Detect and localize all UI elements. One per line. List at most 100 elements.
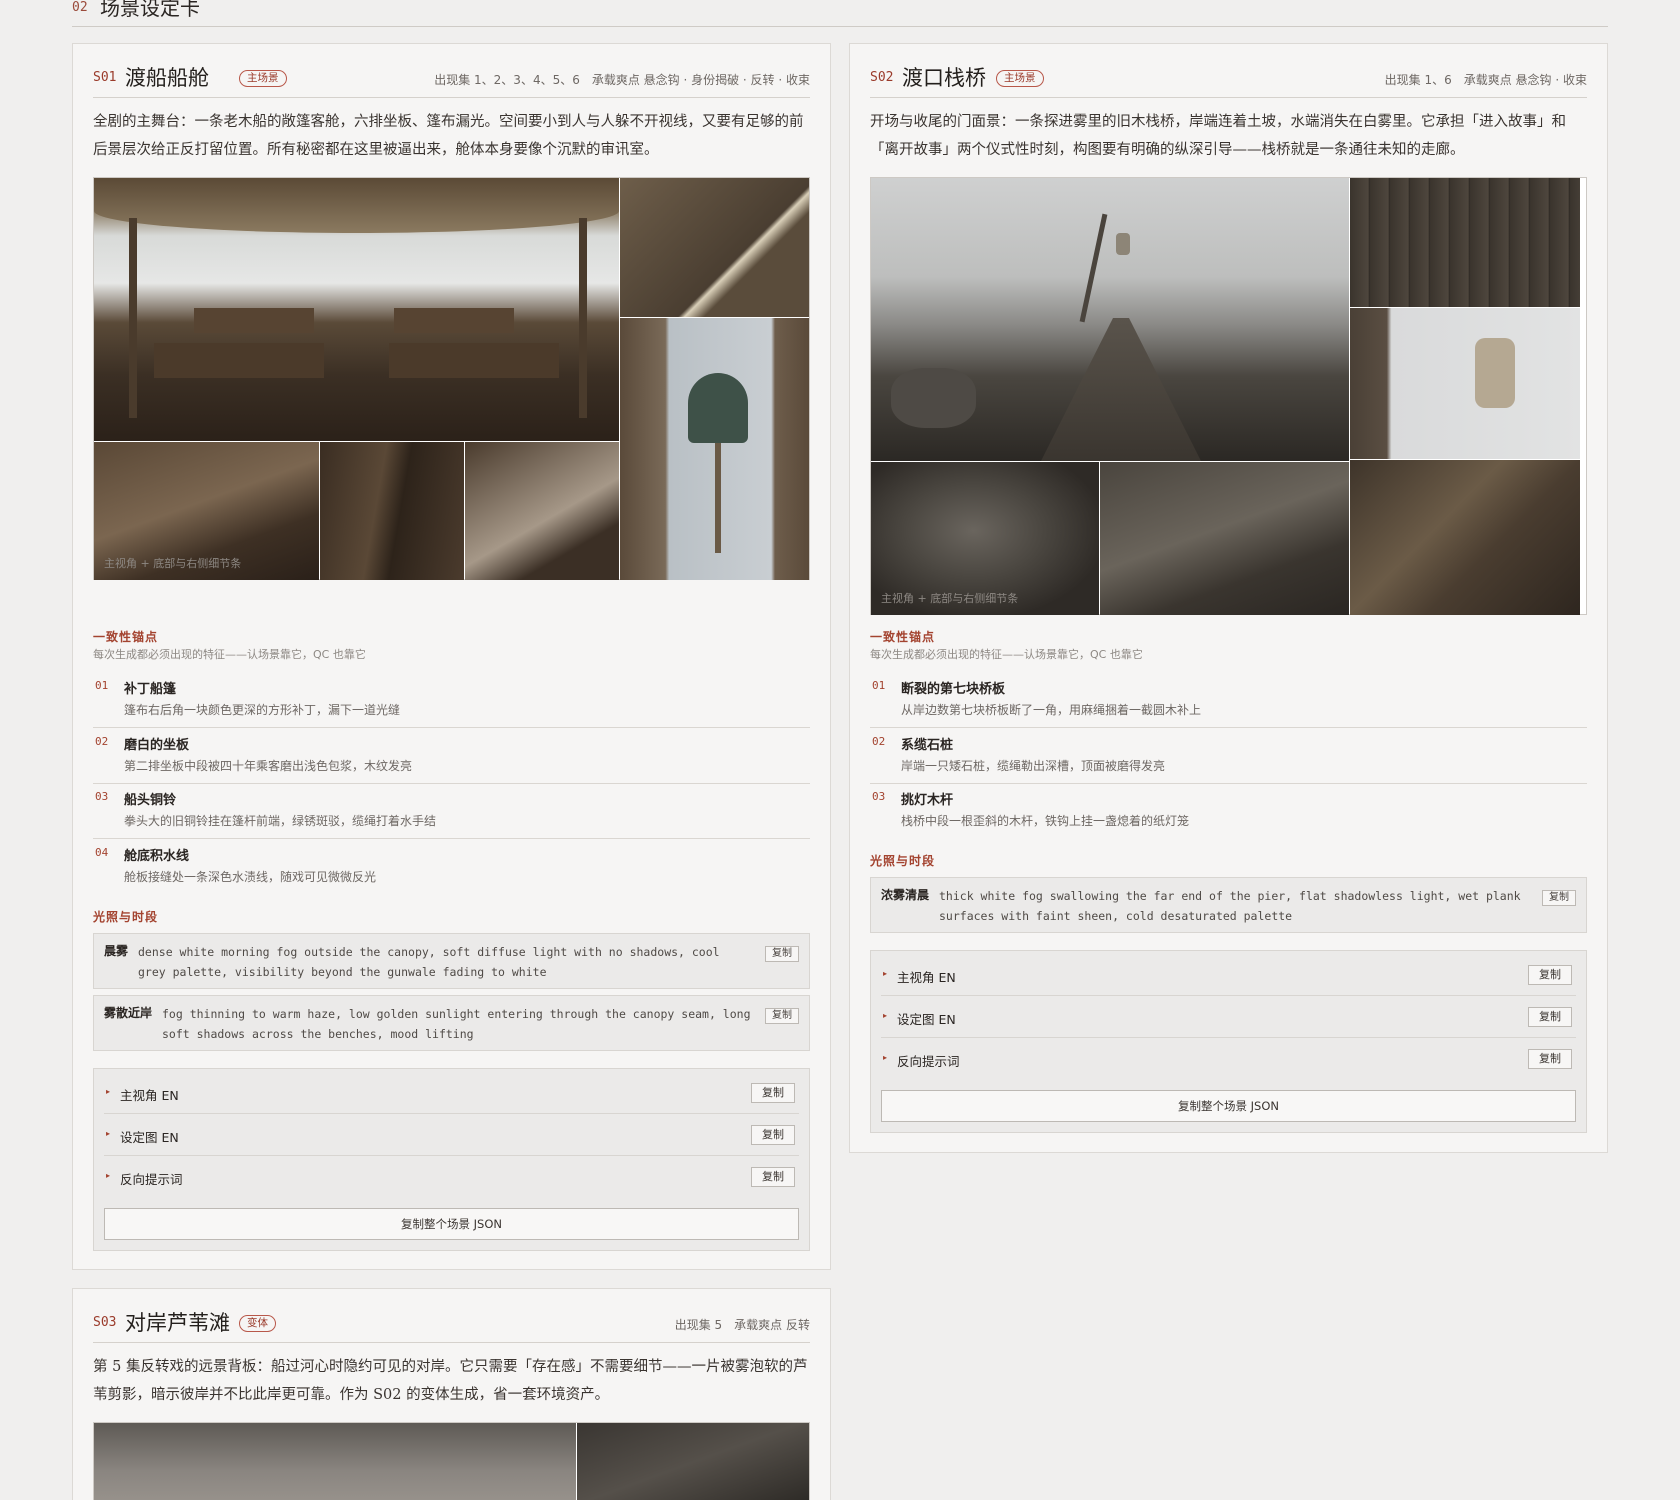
- lighting-section-title: 光照与时段: [93, 910, 159, 924]
- copy-prompt-button[interactable]: 复制: [751, 1167, 795, 1187]
- prompt-label: 主视角 EN: [120, 1088, 179, 1103]
- anchor-item: 04 舱底积水线 舱板接缝处一条深色水渍线，随戏可见微微反光: [93, 839, 810, 895]
- anchor-item: 03 挑灯木杆 栈桥中段一根歪斜的木杆，铁钩上挂一盏熄着的纸灯笼: [870, 783, 1587, 839]
- anchor-name: 系缆石桩: [901, 738, 954, 753]
- prompt-label: 设定图 EN: [120, 1130, 179, 1145]
- prompt-label: 反向提示词: [897, 1054, 960, 1069]
- scene-description: 开场与收尾的门面景：一条探进雾里的旧木栈桥，岸端连着土坡，水端消失在白雾里。它承…: [870, 114, 1566, 158]
- section-title: 场景设定卡: [100, 0, 200, 20]
- scene-description: 第 5 集反转戏的远景背板：船过河心时隐约可见的对岸。它只需要「存在感」不需要细…: [93, 1359, 808, 1403]
- canopy-patch-image: [620, 178, 809, 317]
- scene-title: 渡口栈桥: [902, 66, 986, 90]
- anchor-number: 03: [872, 790, 886, 803]
- expand-arrow-icon: ▸: [106, 1087, 111, 1096]
- anchor-name: 断裂的第七块桥板: [901, 682, 1006, 697]
- anchor-item: 01 断裂的第七块桥板 从岸边数第七块桥板断了一角，用麻绳捆着一截圆木补上: [870, 672, 1587, 728]
- scene-image-mosaic: [93, 1422, 810, 1500]
- copy-scene-json-button[interactable]: 复制整个场景 JSON: [881, 1090, 1576, 1122]
- prompt-row-main-view[interactable]: ▸ 主视角 EN 复制: [104, 1072, 799, 1114]
- lighting-prompt: fog thinning to warm haze, low golden su…: [162, 1007, 751, 1041]
- anchor-number: 04: [95, 846, 109, 859]
- prompt-label: 反向提示词: [120, 1172, 183, 1187]
- expand-arrow-icon: ▸: [106, 1171, 111, 1180]
- main-view-image: [94, 178, 619, 441]
- expand-arrow-icon: ▸: [883, 969, 888, 978]
- anchor-description: 栈桥中段一根歪斜的木杆，铁钩上挂一盏熄着的纸灯笼: [901, 814, 1190, 828]
- anchor-item: 02 系缆石桩 岸端一只矮石桩，缆绳勒出深槽，顶面被磨得发亮: [870, 728, 1587, 784]
- anchor-name: 船头铜铃: [124, 793, 177, 808]
- mosaic-caption: 主视角 + 底部与右侧细节条: [881, 592, 1019, 605]
- prompt-panel: ▸ 主视角 EN 复制 ▸ 设定图 EN 复制 ▸ 反向提示词 复制 复制整个场…: [870, 950, 1587, 1133]
- scene-badge: 变体: [239, 1315, 276, 1332]
- scene-image-mosaic: 主视角 + 底部与右侧细节条: [870, 177, 1587, 615]
- scene-meta: 出现集 5 承载爽点 反转: [674, 1318, 810, 1332]
- scene-description: 全剧的主舞台：一条老木船的敞篷客舱，六排坐板、篷布漏光。空间要小到人与人躲不开视…: [93, 114, 804, 158]
- scene-code: S03: [93, 1315, 117, 1330]
- lantern-pole-image: [1350, 308, 1580, 459]
- anchor-number: 02: [95, 735, 109, 748]
- anchor-description: 拳头大的旧铜铃挂在篷杆前端，绿锈斑驳，缆绳打着水手结: [124, 814, 437, 828]
- scene-card-header: S02 渡口栈桥 主场景 出现集 1、6 承载爽点 悬念钩 · 收束: [870, 44, 1587, 98]
- lighting-preset: 晨雾 dense white morning fog outside the c…: [93, 933, 810, 989]
- scene-card-s03: S03 对岸芦苇滩 变体 出现集 5 承载爽点 反转 第 5 集反转戏的远景背板…: [72, 1288, 831, 1500]
- broken-plank-image: [1350, 178, 1580, 307]
- plank-grain-image: [320, 442, 464, 580]
- mosaic-caption: 主视角 + 底部与右侧细节条: [104, 557, 242, 570]
- expand-arrow-icon: ▸: [883, 1053, 888, 1062]
- lighting-section-title: 光照与时段: [870, 854, 936, 868]
- copy-prompt-button[interactable]: 复制: [751, 1083, 795, 1103]
- lighting-label: 晨雾: [104, 944, 129, 958]
- copy-scene-json-button[interactable]: 复制整个场景 JSON: [104, 1208, 799, 1240]
- expand-arrow-icon: ▸: [106, 1129, 111, 1138]
- brass-bell-image: [620, 318, 809, 580]
- scene-card-s02: S02 渡口栈桥 主场景 出现集 1、6 承载爽点 悬念钩 · 收束 开场与收尾…: [849, 43, 1608, 1153]
- copy-prompt-button[interactable]: 复制: [1528, 965, 1572, 985]
- lighting-label: 浓雾清晨: [881, 888, 930, 902]
- anchor-name: 挑灯木杆: [901, 793, 954, 808]
- lighting-preset: 雾散近岸 fog thinning to warm haze, low gold…: [93, 995, 810, 1051]
- prompt-row-setting-sheet[interactable]: ▸ 设定图 EN 复制: [104, 1114, 799, 1156]
- rope-knot-image: [1350, 460, 1580, 615]
- prompt-label: 设定图 EN: [897, 1012, 956, 1027]
- anchor-number: 01: [95, 679, 109, 692]
- copy-lighting-button[interactable]: 复制: [1542, 890, 1576, 906]
- copy-lighting-button[interactable]: 复制: [765, 946, 799, 962]
- prompt-row-negative[interactable]: ▸ 反向提示词 复制: [104, 1156, 799, 1198]
- reed-bank-main-image: [94, 1423, 576, 1500]
- lighting-prompt: thick white fog swallowing the far end o…: [939, 889, 1521, 923]
- anchor-section-subtitle: 每次生成都必须出现的特征——认场景靠它，QC 也靠它: [93, 648, 366, 661]
- anchor-number: 03: [95, 790, 109, 803]
- anchor-section-title: 一致性锚点: [870, 630, 936, 644]
- anchor-number: 02: [872, 735, 886, 748]
- scene-code: S01: [93, 70, 117, 85]
- anchor-name: 补丁船篷: [124, 682, 177, 697]
- copy-lighting-button[interactable]: 复制: [765, 1008, 799, 1024]
- anchor-item: 02 磨白的坐板 第二排坐板中段被四十年乘客磨出浅色包浆，木纹发亮: [93, 728, 810, 784]
- prompt-row-setting-sheet[interactable]: ▸ 设定图 EN 复制: [881, 996, 1576, 1038]
- anchor-name: 磨白的坐板: [124, 738, 190, 753]
- expand-arrow-icon: ▸: [883, 1011, 888, 1020]
- scene-title: 对岸芦苇滩: [125, 1311, 230, 1335]
- prompt-label: 主视角 EN: [897, 970, 956, 985]
- lighting-prompt: dense white morning fog outside the cano…: [138, 945, 720, 979]
- anchor-description: 岸端一只矮石桩，缆绳勒出深槽，顶面被磨得发亮: [901, 759, 1166, 773]
- anchor-description: 篷布右后角一块颜色更深的方形补丁，漏下一道光缝: [124, 703, 401, 717]
- copy-prompt-button[interactable]: 复制: [1528, 1007, 1572, 1027]
- anchor-section-title: 一致性锚点: [93, 630, 159, 644]
- anchor-number: 01: [872, 679, 886, 692]
- scene-card-header: S03 对岸芦苇滩 变体 出现集 5 承载爽点 反转: [93, 1289, 810, 1343]
- prompt-row-negative[interactable]: ▸ 反向提示词 复制: [881, 1038, 1576, 1080]
- anchor-section-subtitle: 每次生成都必须出现的特征——认场景靠它，QC 也靠它: [870, 648, 1143, 661]
- pier-main-view-image: [871, 178, 1349, 461]
- anchor-name: 舱底积水线: [124, 849, 190, 864]
- prompt-row-main-view[interactable]: ▸ 主视角 EN 复制: [881, 954, 1576, 996]
- scene-meta: 出现集 1、2、3、4、5、6 承载爽点 悬念钩 · 身份揭破 · 反转 · 收…: [434, 73, 810, 87]
- bench-leg-image: [465, 442, 619, 580]
- prompt-panel: ▸ 主视角 EN 复制 ▸ 设定图 EN 复制 ▸ 反向提示词 复制 复制整个场…: [93, 1068, 810, 1251]
- section-header: 02 场景设定卡: [72, 0, 1608, 27]
- anchor-description: 从岸边数第七块桥板断了一角，用麻绳捆着一截圆木补上: [901, 703, 1202, 717]
- copy-prompt-button[interactable]: 复制: [751, 1125, 795, 1145]
- anchor-description: 舱板接缝处一条深色水渍线，随戏可见微微反光: [124, 870, 377, 884]
- wet-plank-image: [1100, 462, 1349, 615]
- copy-prompt-button[interactable]: 复制: [1528, 1049, 1572, 1069]
